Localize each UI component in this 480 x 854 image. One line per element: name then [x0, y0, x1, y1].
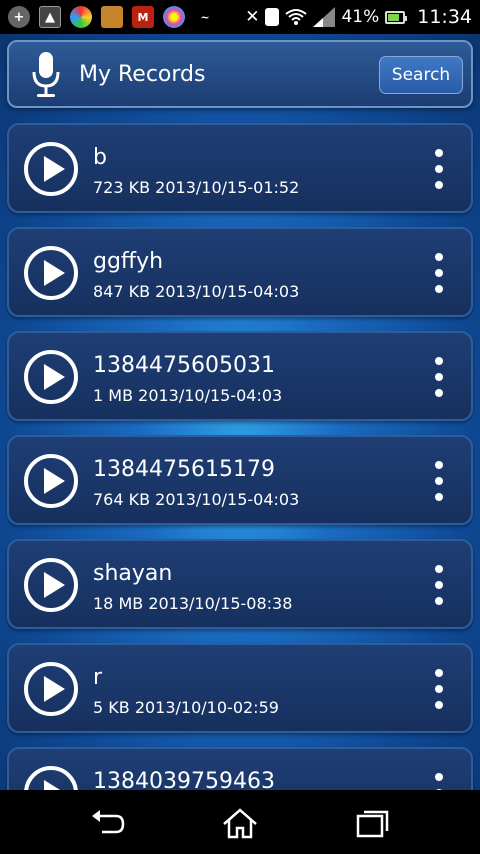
record-item[interactable]: r 5 KB 2013/10/10-02:59: [7, 643, 473, 733]
more-options-icon[interactable]: [429, 459, 449, 503]
more-options-icon[interactable]: [429, 355, 449, 399]
record-item[interactable]: 1384475615179 764 KB 2013/10/15-04:03: [7, 435, 473, 525]
header-bar: My Records Search: [7, 40, 473, 108]
record-meta: 18 MB 2013/10/15-08:38: [93, 594, 293, 613]
wifi-icon: [285, 9, 308, 25]
app-screen: My Records Search b 723 KB 2013/10/15-01…: [0, 34, 480, 790]
more-options-icon[interactable]: [429, 563, 449, 607]
flower-icon: [163, 6, 185, 28]
record-name: 1384039759463: [93, 769, 275, 790]
status-bar: + ▲ M ~ ✕ 41% 11:34: [0, 0, 480, 34]
play-icon[interactable]: [23, 141, 79, 197]
record-name: r: [93, 665, 103, 690]
page-title: My Records: [79, 62, 206, 87]
more-options-icon[interactable]: [429, 251, 449, 295]
play-icon[interactable]: [23, 349, 79, 405]
recent-apps-icon[interactable]: [352, 806, 392, 840]
record-name: 1384475615179: [93, 457, 275, 482]
system-icons: ✕ 41% 11:34: [245, 6, 472, 28]
more-options-icon[interactable]: [429, 147, 449, 191]
search-button[interactable]: Search: [379, 56, 463, 94]
record-item[interactable]: ggffyh 847 KB 2013/10/15-04:03: [7, 227, 473, 317]
navigation-bar: [0, 790, 480, 854]
signal-icon: [313, 7, 336, 27]
record-meta: 764 KB 2013/10/15-04:03: [93, 490, 300, 509]
add-icon: +: [8, 6, 30, 28]
sim-icon: [265, 8, 280, 26]
more-options-icon[interactable]: [429, 771, 449, 790]
record-name: 1384475605031: [93, 353, 275, 378]
play-icon[interactable]: [23, 661, 79, 717]
play-icon[interactable]: [23, 245, 79, 301]
pinwheel-icon: [70, 6, 92, 28]
record-name: ggffyh: [93, 249, 164, 274]
record-meta: 847 KB 2013/10/15-04:03: [93, 282, 300, 301]
more-options-icon[interactable]: [429, 667, 449, 711]
play-icon[interactable]: [23, 765, 79, 790]
shield-app-icon: M: [132, 6, 154, 28]
battery-icon: [385, 10, 408, 24]
record-item[interactable]: 1384475605031 1 MB 2013/10/15-04:03: [7, 331, 473, 421]
record-item[interactable]: 1384039759463: [7, 747, 473, 790]
image-icon: ▲: [39, 6, 61, 28]
play-icon[interactable]: [23, 557, 79, 613]
play-icon[interactable]: [23, 453, 79, 509]
bluetooth-off-icon: ✕: [245, 7, 260, 27]
record-meta: 723 KB 2013/10/15-01:52: [93, 178, 300, 197]
record-item[interactable]: shayan 18 MB 2013/10/15-08:38: [7, 539, 473, 629]
record-meta: 5 KB 2013/10/10-02:59: [93, 698, 279, 717]
battery-percent: 41%: [341, 7, 380, 27]
game-icon: [101, 6, 123, 28]
microphone-icon: [32, 52, 60, 97]
record-name: shayan: [93, 561, 173, 586]
back-icon[interactable]: [88, 806, 128, 840]
record-meta: 1 MB 2013/10/15-04:03: [93, 386, 283, 405]
clock: 11:34: [417, 6, 472, 28]
home-icon[interactable]: [220, 806, 260, 840]
notification-icons: + ▲ M ~: [8, 6, 216, 28]
record-item[interactable]: b 723 KB 2013/10/15-01:52: [7, 123, 473, 213]
record-name: b: [93, 145, 107, 170]
handwriting-app-icon: ~: [200, 10, 210, 24]
